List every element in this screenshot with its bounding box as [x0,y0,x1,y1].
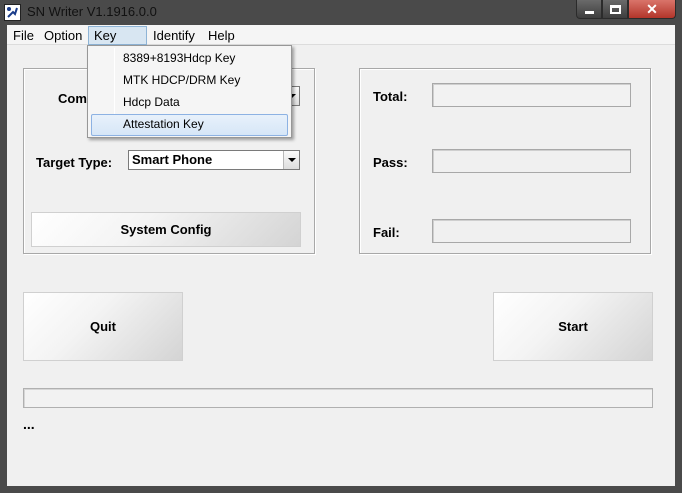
pass-label: Pass: [373,155,408,170]
client-area: File Option Key Files Identify Help Com … [7,25,675,486]
total-label: Total: [373,89,408,104]
target-type-label: Target Type: [36,155,113,170]
maximize-button[interactable] [602,0,628,19]
fail-field [432,219,631,243]
com-port-label: Com [58,91,87,106]
close-icon: ✕ [646,0,658,17]
progress-bar [23,388,653,408]
app-window: SN Writer V1.1916.0.0 ✕ File Option Key … [0,0,682,493]
pass-field [432,149,631,173]
counters-group: Total: Pass: Fail: [359,68,651,254]
menu-identify[interactable]: Identify [147,26,201,45]
maximize-icon [609,4,621,14]
key-files-dropdown: 8389+8193Hdcp Key MTK HDCP/DRM Key Hdcp … [87,45,292,138]
menu-help[interactable]: Help [202,26,241,45]
chevron-down-icon [287,158,296,162]
status-text: ... [23,416,35,432]
fail-label: Fail: [373,225,400,240]
menu-file[interactable]: File [7,26,40,45]
minimize-icon [584,10,594,14]
menu-bar: File Option Key Files Identify Help [7,25,675,58]
menu-item-mtk-hdcp-drm-key[interactable]: MTK HDCP/DRM Key [91,70,288,92]
quit-button[interactable]: Quit [23,292,183,361]
window-title: SN Writer V1.1916.0.0 [27,4,157,19]
menu-item-8389-8193-hdcp-key[interactable]: 8389+8193Hdcp Key [91,48,288,70]
app-icon[interactable] [4,4,21,21]
close-button[interactable]: ✕ [628,0,676,19]
total-field [432,83,631,107]
menu-item-hdcp-data[interactable]: Hdcp Data [91,92,288,114]
target-type-select[interactable]: Smart Phone [128,150,300,170]
system-config-button[interactable]: System Config [31,212,301,247]
menu-item-attestation-key[interactable]: Attestation Key [91,114,288,136]
title-bar[interactable]: SN Writer V1.1916.0.0 ✕ [0,0,682,25]
minimize-button[interactable] [576,0,602,19]
target-type-value: Smart Phone [132,152,213,167]
menu-option[interactable]: Option [38,26,88,45]
start-button[interactable]: Start [493,292,653,361]
target-type-dropdown-arrow[interactable] [283,151,299,169]
menu-key-files[interactable]: Key Files [88,26,147,58]
